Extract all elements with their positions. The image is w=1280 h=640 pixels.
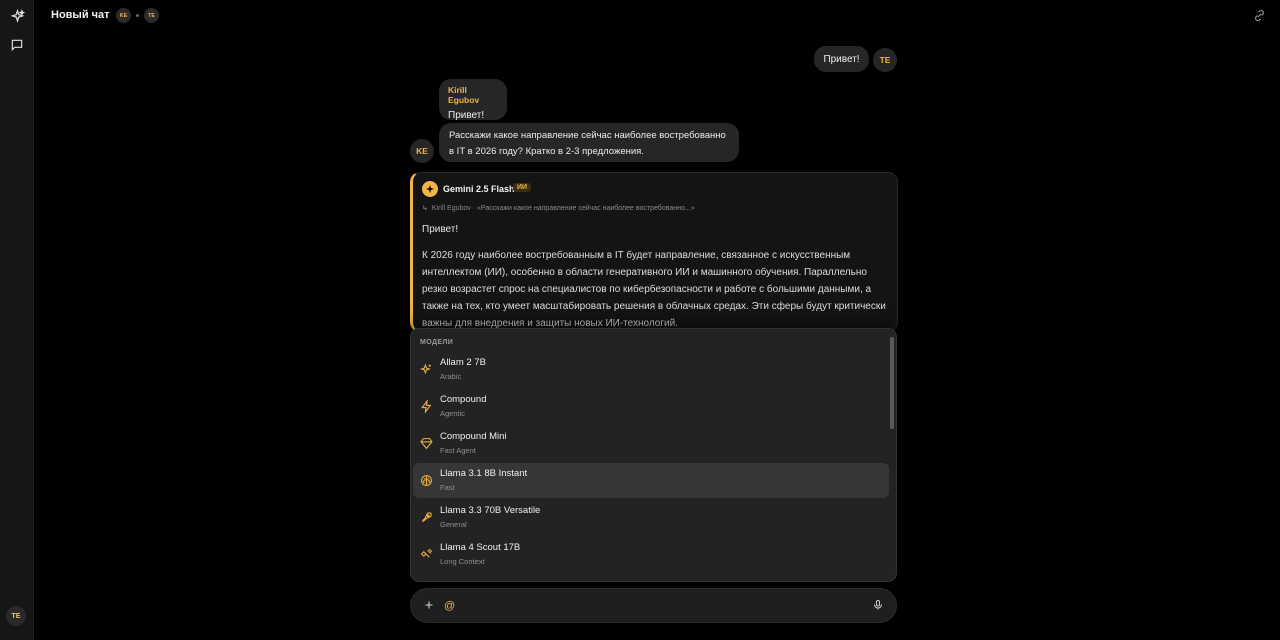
model-name: Compound: [440, 394, 487, 405]
link-icon[interactable]: [1253, 9, 1266, 25]
participant-avatar-ke[interactable]: KE: [116, 8, 131, 23]
model-sub: Fast: [440, 483, 455, 492]
model-name: Llama 4 Scout 17B: [440, 542, 521, 553]
brain-icon: [419, 473, 433, 487]
user-avatar[interactable]: TE: [6, 606, 26, 626]
satellite-icon: [419, 547, 433, 561]
model-name: Compound Mini: [440, 431, 507, 442]
reply-reference[interactable]: ↳ Kirill Egubov · «Расскажи какое направл…: [422, 204, 695, 212]
ke-message-text-1: Привет!: [448, 110, 485, 121]
ke-message-bubble-2: Расскажи какое направление сейчас наибол…: [439, 123, 739, 162]
model-sub: Arabic: [440, 372, 462, 381]
model-sub: Fast Agent: [440, 446, 476, 455]
dropdown-heading: МОДЕЛИ: [420, 339, 454, 346]
model-sub: Long Context: [440, 557, 485, 566]
model-option-allam[interactable]: Allam 2 7B Arabic: [413, 352, 889, 387]
separator-dot: [136, 14, 139, 17]
model-sub: General: [440, 520, 467, 529]
sparkles-icon: [419, 362, 433, 376]
reply-text: Kirill Egubov · «Расскажи какое направле…: [431, 205, 695, 212]
plus-icon[interactable]: [422, 598, 436, 612]
sender-name: Kirill Egubov: [448, 85, 480, 105]
model-name: Allam 2 7B: [440, 357, 486, 368]
message-composer: [410, 588, 897, 623]
model-name: Llama 3.1 8B Instant: [440, 468, 528, 479]
microphone-icon[interactable]: [871, 598, 885, 612]
reply-arrow-icon: ↳: [422, 205, 428, 212]
gemini-logo-icon: [422, 181, 438, 197]
my-avatar[interactable]: TE: [873, 48, 897, 72]
my-message-text: Привет!: [823, 53, 860, 65]
header: Новый чат KE TE: [34, 0, 1280, 32]
model-option-llama-4-scout[interactable]: Llama 4 Scout 17B Long Context: [413, 537, 889, 572]
ai-sparkles-icon[interactable]: [7, 6, 27, 26]
rocket-icon: [419, 510, 433, 524]
model-option-compound[interactable]: Compound Agentic: [413, 389, 889, 424]
ke-message-text-2: Расскажи какое направление сейчас наибол…: [449, 130, 726, 157]
model-option-compound-mini[interactable]: Compound Mini Fast Agent: [413, 426, 889, 461]
model-option-llama-3-3-70b[interactable]: Llama 3.3 70B Versatile General: [413, 500, 889, 535]
lightning-icon: [419, 399, 433, 413]
participant-avatar-te[interactable]: TE: [144, 8, 159, 23]
ke-message-bubble-1: Kirill Egubov Привет!: [439, 79, 507, 121]
model-sub: Agentic: [440, 409, 466, 418]
ai-badge: ИИ: [513, 183, 532, 192]
dropdown-scrollbar[interactable]: [890, 337, 894, 429]
ai-greeting: Привет!: [422, 224, 459, 235]
model-name: Llama 3.3 70B Versatile: [440, 505, 541, 516]
ai-message-card: Gemini 2.5 Flash ИИ ↳ Kirill Egubov · «Ра…: [410, 172, 898, 332]
chat-title: Новый чат: [51, 9, 110, 21]
ai-model-name: Gemini 2.5 Flash: [443, 184, 515, 194]
message-input[interactable]: [444, 595, 844, 617]
model-option-llama-3-1-8b[interactable]: Llama 3.1 8B Instant Fast: [413, 463, 889, 498]
ai-response-text: К 2026 году наиболее востребованным в IT…: [422, 250, 886, 329]
sidebar: TE: [0, 0, 34, 640]
models-dropdown: МОДЕЛИ Allam 2 7B Arabic Compound Agenti…: [410, 328, 897, 582]
diamond-icon: [419, 436, 433, 450]
ke-avatar[interactable]: KE: [410, 139, 434, 163]
my-message-bubble: Привет!: [814, 46, 869, 72]
chat-icon[interactable]: [7, 35, 27, 55]
